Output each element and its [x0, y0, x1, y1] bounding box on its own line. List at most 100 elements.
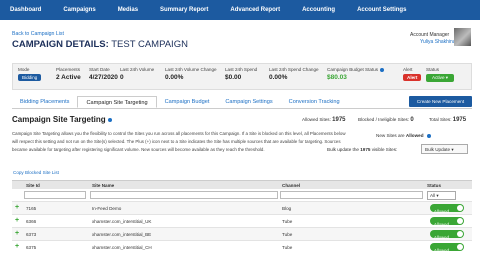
- table-header: Site Id Site Name Channel Status: [12, 180, 472, 189]
- status-filter-select[interactable]: All ▾: [427, 191, 456, 200]
- bulk-update-label: Bulk update the 1975 visible Sites:: [327, 147, 397, 152]
- tab-bar: Bidding Placements Campaign Site Targeti…: [12, 96, 348, 108]
- nav-summary-report[interactable]: Summary Report: [160, 7, 208, 13]
- bulk-update-select[interactable]: Bulk Update ▾: [421, 144, 468, 154]
- section-title: Campaign Site Targeting: [12, 115, 112, 124]
- tab-campaign-site-targeting[interactable]: Campaign Site Targeting: [77, 96, 157, 108]
- stat-spend-label: Last 24h Spend: [225, 67, 258, 72]
- back-to-campaign-list-link[interactable]: Back to Campaign List: [12, 31, 64, 37]
- stat-spend-change-value: 0.00%: [269, 74, 288, 81]
- bulk-update-prefix: Bulk update the: [327, 147, 359, 152]
- nav-account-settings[interactable]: Account Settings: [357, 7, 406, 13]
- tabs-divider: [12, 108, 472, 109]
- stat-alert-label: Alert: [403, 67, 413, 72]
- copy-blocked-site-list-link[interactable]: Copy Blocked Site List: [13, 170, 59, 175]
- site-name: xhamster.com_interstitial_BE: [92, 232, 152, 237]
- channel: Tube: [282, 219, 293, 224]
- expand-plus-icon[interactable]: +: [15, 217, 19, 224]
- stat-start-date-value: 4/27/2020: [89, 74, 118, 81]
- stat-volume-change-label: Last 24h Volume Change: [165, 67, 217, 72]
- campaign-stats-bar: Mode Bidding Placements 2 Active Start D…: [12, 63, 472, 90]
- stat-placements: Placements 2 Active: [56, 67, 81, 81]
- status-toggle[interactable]: Allowed: [430, 217, 464, 227]
- toggle-knob: [457, 231, 463, 237]
- blocked-sites-label: Blocked / Ineligible Sites:: [358, 117, 410, 122]
- status-dropdown[interactable]: Active ▾: [426, 74, 455, 82]
- page-title-prefix: CAMPAIGN DETAILS:: [12, 39, 109, 50]
- stat-volume-change: Last 24h Volume Change 0.00%: [165, 67, 217, 81]
- stat-placements-label: Placements: [56, 67, 81, 72]
- site-id: 6373: [26, 232, 37, 237]
- tab-bidding-placements[interactable]: Bidding Placements: [12, 96, 77, 108]
- status-filter-value: All: [430, 193, 436, 198]
- status-toggle-label: Allowed: [434, 248, 450, 253]
- expand-plus-icon[interactable]: +: [15, 204, 19, 211]
- page-title-campaign-name: TEST CAMPAIGN: [111, 39, 188, 50]
- stat-volume: Last 24h Volume 0: [120, 67, 154, 81]
- nav-dashboard[interactable]: Dashboard: [10, 7, 41, 13]
- bulk-update-select-value: Bulk Update: [425, 147, 451, 152]
- site-name: xhamster.com_interstitial_UK: [92, 219, 152, 224]
- total-sites-value: 1975: [452, 117, 467, 123]
- blocked-sites-value: 0: [410, 117, 414, 123]
- stat-placements-value: 2 Active: [56, 74, 81, 81]
- column-header-status[interactable]: Status: [427, 183, 441, 188]
- blocked-sites-count: Blocked / Ineligible Sites: 0: [358, 117, 414, 123]
- stat-volume-value: 0: [120, 74, 124, 81]
- filter-row: All ▾: [12, 189, 472, 201]
- stat-mode: Mode Bidding: [18, 67, 42, 81]
- site-name: xhamster.com_interstitial_CH: [92, 245, 152, 250]
- account-manager-name[interactable]: Yuliya Shakhina: [420, 39, 456, 45]
- stat-budget-value: $80.03: [327, 74, 347, 81]
- status-toggle[interactable]: Allowed: [430, 230, 464, 240]
- nav-advanced-report[interactable]: Advanced Report: [230, 7, 280, 13]
- expand-plus-icon[interactable]: +: [15, 230, 19, 237]
- stat-alert: Alert Alert: [403, 67, 422, 81]
- new-sites-value: Allowed: [405, 133, 424, 138]
- channel: Tube: [282, 232, 293, 237]
- stat-volume-change-value: 0.00%: [165, 74, 184, 81]
- table-row: + 6375 xhamster.com_interstitial_CH Tube…: [12, 240, 472, 253]
- channel: Blog: [282, 206, 292, 211]
- status-toggle[interactable]: Allowed: [430, 204, 464, 214]
- info-icon[interactable]: [107, 117, 112, 122]
- channel-filter-input[interactable]: [280, 191, 423, 199]
- toggle-knob: [457, 205, 463, 211]
- column-header-site-name[interactable]: Site Name: [92, 183, 114, 188]
- table-row: + 6373 xhamster.com_interstitial_BE Tube…: [12, 227, 472, 240]
- create-new-placement-button[interactable]: Create New Placement: [409, 96, 472, 107]
- column-header-site-id[interactable]: Site Id: [26, 183, 40, 188]
- allowed-sites-value: 1975: [332, 117, 346, 123]
- table-row: + 6366 xhamster.com_interstitial_UK Tube…: [12, 214, 472, 227]
- site-id: 6366: [26, 219, 37, 224]
- bulk-update-suffix: visible Sites:: [371, 147, 398, 152]
- allowed-sites-label: Allowed Sites:: [302, 117, 331, 122]
- site-id-filter-input[interactable]: [24, 191, 86, 199]
- page-title: CAMPAIGN DETAILS: TEST CAMPAIGN: [12, 39, 188, 50]
- allowed-sites-count: Allowed Sites: 1975: [302, 117, 346, 123]
- total-sites-count: Total Sites: 1975: [429, 117, 466, 123]
- bulk-update-count: 1975: [360, 147, 371, 152]
- targeting-description: Campaign Site Targeting allows you the f…: [12, 131, 346, 152]
- site-name-filter-input[interactable]: [90, 191, 278, 199]
- site-name: In-Feed Demo: [92, 206, 122, 211]
- alert-badge: Alert: [403, 74, 422, 81]
- total-sites-label: Total Sites:: [429, 117, 452, 122]
- info-icon[interactable]: [426, 133, 431, 138]
- site-id: 6375: [26, 245, 37, 250]
- nav-accounting[interactable]: Accounting: [302, 7, 335, 13]
- toggle-knob: [457, 244, 463, 250]
- tab-campaign-budget[interactable]: Campaign Budget: [157, 96, 218, 108]
- stat-budget-label: Campaign Budget Status: [327, 67, 379, 72]
- info-icon[interactable]: [380, 67, 385, 72]
- nav-medias[interactable]: Medias: [118, 7, 138, 13]
- section-title-text: Campaign Site Targeting: [12, 115, 106, 124]
- status-toggle[interactable]: Allowed: [430, 243, 464, 253]
- column-header-channel[interactable]: Channel: [282, 183, 300, 188]
- tab-campaign-settings[interactable]: Campaign Settings: [217, 96, 280, 108]
- top-nav: Dashboard Campaigns Medias Summary Repor…: [0, 0, 480, 20]
- expand-plus-icon[interactable]: +: [15, 243, 19, 250]
- nav-campaigns[interactable]: Campaigns: [63, 7, 95, 13]
- tab-conversion-tracking[interactable]: Conversion Tracking: [281, 96, 348, 108]
- mode-badge: Bidding: [18, 74, 42, 81]
